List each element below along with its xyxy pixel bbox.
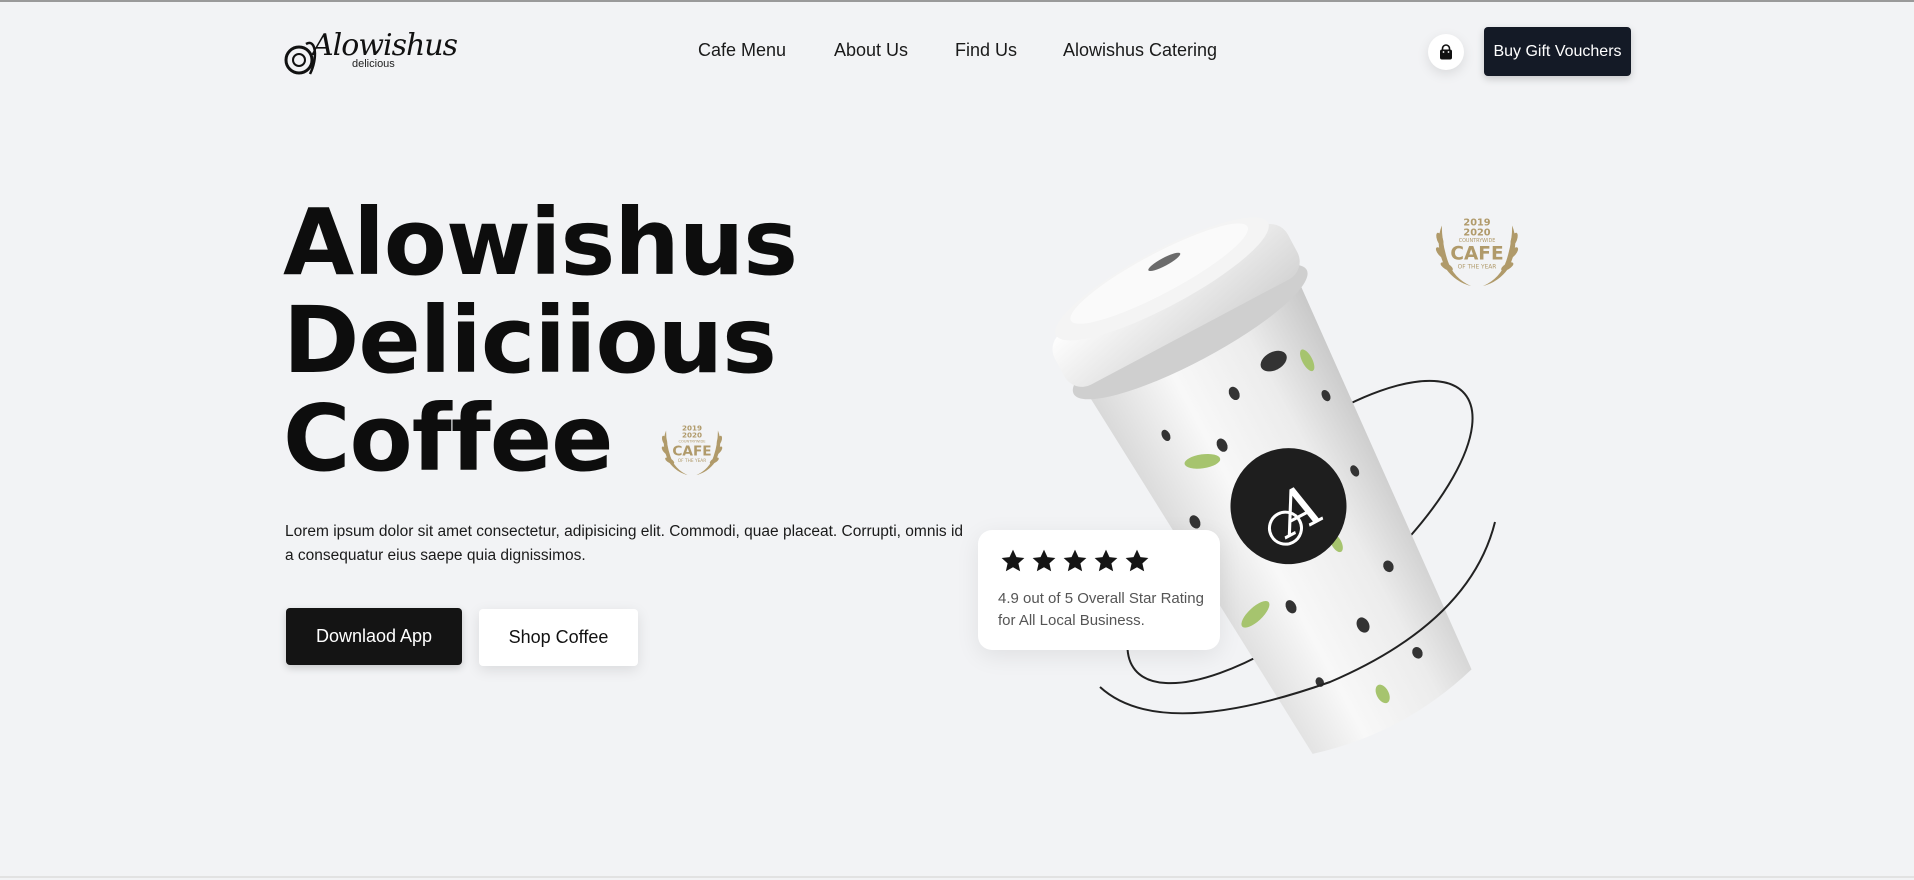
nav-link-catering[interactable]: Alowishus Catering <box>1063 40 1217 61</box>
hero-title-line-2: Deliciious <box>283 287 777 394</box>
rating-text: 4.9 out of 5 Overall Star Rating for All… <box>998 590 1204 629</box>
shop-coffee-button[interactable]: Shop Coffee <box>479 609 638 666</box>
star-icon <box>1094 549 1118 572</box>
svg-text:2020: 2020 <box>682 431 702 440</box>
cart-button[interactable] <box>1428 34 1464 70</box>
laurel-award-icon: 2019 2020 COUNTRYWIDE CAFE OF THE YEAR <box>661 423 723 476</box>
download-app-button[interactable]: Downlaod App <box>286 608 462 665</box>
star-icon <box>1063 549 1087 572</box>
svg-text:OF THE YEAR: OF THE YEAR <box>1458 265 1497 271</box>
logo-subtext: delicious <box>352 58 395 70</box>
laurel-award-icon: 2019 2020 COUNTRYWIDE CAFE OF THE YEAR <box>1435 218 1519 287</box>
award-badge-small: 2019 2020 COUNTRYWIDE CAFE OF THE YEAR <box>656 416 728 478</box>
hero-title-line-1: Alowishus <box>283 189 798 296</box>
svg-text:CAFE: CAFE <box>672 444 711 460</box>
shopping-bag-icon <box>1440 43 1452 59</box>
star-icon <box>1001 549 1025 572</box>
star-icon <box>1032 549 1056 572</box>
nav-link-find-us[interactable]: Find Us <box>955 40 1017 61</box>
brand-logo[interactable]: Alowishus delicious <box>284 24 458 80</box>
svg-text:OF THE YEAR: OF THE YEAR <box>678 458 707 464</box>
svg-text:2020: 2020 <box>1463 227 1490 238</box>
page-divider <box>0 876 1914 878</box>
nav-link-about-us[interactable]: About Us <box>834 40 908 61</box>
star-icon <box>1125 549 1149 572</box>
rating-card: 4.9 out of 5 Overall Star Rating for All… <box>978 530 1220 650</box>
award-badge-large: 2019 2020 COUNTRYWIDE CAFE OF THE YEAR <box>1428 206 1526 290</box>
top-navbar: Alowishus delicious Cafe Menu About Us F… <box>0 2 1914 102</box>
svg-text:CAFE: CAFE <box>1450 244 1503 265</box>
nav-link-cafe-menu[interactable]: Cafe Menu <box>698 40 786 61</box>
hero-description: Lorem ipsum dolor sit amet consectetur, … <box>285 523 964 564</box>
star-rating <box>1000 548 1150 574</box>
buy-gift-vouchers-button[interactable]: Buy Gift Vouchers <box>1484 27 1631 76</box>
